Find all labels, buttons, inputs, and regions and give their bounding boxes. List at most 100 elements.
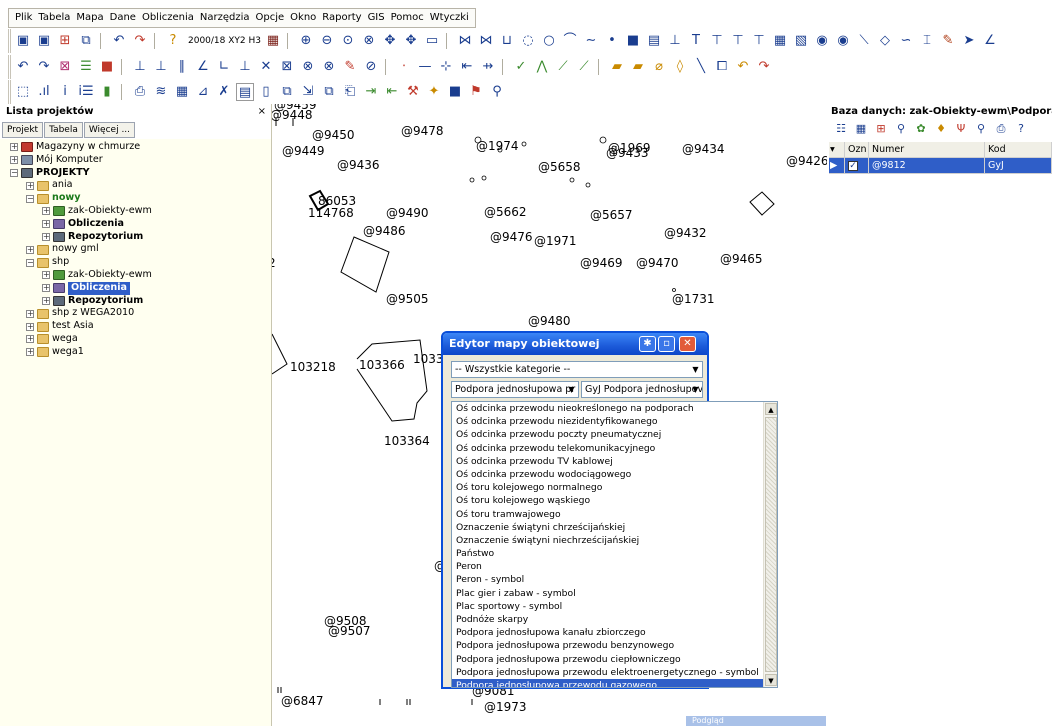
dimension-icon[interactable]: ⌶: [918, 32, 936, 50]
delete-icon[interactable]: ⊠: [278, 58, 296, 76]
flag-icon[interactable]: ⚑: [467, 83, 485, 101]
tree-item[interactable]: + Repozytorium: [0, 231, 271, 244]
pencil-icon[interactable]: ✎: [939, 32, 957, 50]
slope-icon[interactable]: ⟋: [575, 58, 593, 76]
list-item[interactable]: Oznaczenie świątyni chrześcijańskiej: [452, 521, 764, 534]
tab-projekt[interactable]: Projekt: [2, 122, 44, 138]
collapse-icon[interactable]: −: [10, 168, 18, 177]
folder-icon[interactable]: ▰: [608, 58, 626, 76]
column-header[interactable]: Ozn: [845, 142, 869, 158]
cross-icon[interactable]: ✕: [257, 58, 275, 76]
ozn-cell[interactable]: ✓: [845, 158, 869, 174]
list-item[interactable]: Peron: [452, 560, 764, 573]
list-item[interactable]: Oś toru kolejowego normalnego: [452, 481, 764, 494]
tree-item[interactable]: + zak-Obiekty-ewm: [0, 205, 271, 218]
zoom-out-icon[interactable]: ⊖: [318, 32, 336, 50]
search-icon[interactable]: ⚲: [893, 120, 909, 138]
symbol-icon[interactable]: ◉: [813, 32, 831, 50]
measure-icon[interactable]: ⊿: [194, 83, 212, 101]
book-icon[interactable]: ▮: [98, 83, 116, 101]
grid-icon[interactable]: ▦: [853, 120, 869, 138]
redo-icon[interactable]: ↷: [35, 58, 53, 76]
edit-icon[interactable]: ✗: [215, 83, 233, 101]
redo-icon[interactable]: ↷: [755, 58, 773, 76]
list-item[interactable]: Podnóże skarpy: [452, 613, 764, 626]
tree-item[interactable]: + wega: [0, 333, 271, 346]
angle-icon[interactable]: ∟: [215, 58, 233, 76]
expand-icon[interactable]: +: [26, 245, 34, 254]
print-icon[interactable]: ⎙: [131, 83, 149, 101]
arrow-icon[interactable]: ⇤: [458, 58, 476, 76]
list-item[interactable]: Państwo: [452, 547, 764, 560]
zoom-icon[interactable]: ⚲: [973, 120, 989, 138]
draw-polyline-icon[interactable]: ⋈: [456, 32, 474, 50]
square-icon[interactable]: ■: [446, 83, 464, 101]
tree-item[interactable]: + Mój Komputer: [0, 154, 271, 167]
parallel-icon[interactable]: ∥: [173, 58, 191, 76]
new-project-icon[interactable]: ▣: [14, 32, 32, 50]
import-icon[interactable]: ⊞: [873, 120, 889, 138]
menu-wtyczki[interactable]: Wtyczki: [427, 9, 472, 27]
draw-curve-icon[interactable]: ∼: [582, 32, 600, 50]
column-header[interactable]: Kod: [985, 142, 1052, 158]
list-item[interactable]: Podpora jednosłupowa przewodu gazowego: [452, 678, 764, 687]
zoom-window-icon[interactable]: ⊙: [339, 32, 357, 50]
redo-icon[interactable]: ↷: [131, 32, 149, 50]
delete-icon[interactable]: ⊗: [320, 58, 338, 76]
list-item[interactable]: Oś odcinka przewodu TV kablowej: [452, 455, 764, 468]
filter-icon[interactable]: Ψ: [953, 120, 969, 138]
window-icon[interactable]: ▭: [423, 32, 441, 50]
export-icon[interactable]: ⇤: [383, 83, 401, 101]
tree-item[interactable]: + wega1: [0, 346, 271, 359]
chevron-down-icon[interactable]: ▼: [690, 363, 701, 376]
list-item[interactable]: Oś toru tramwajowego: [452, 508, 764, 521]
open-project-icon[interactable]: ▣: [35, 32, 53, 50]
pencil-icon[interactable]: ✎: [341, 58, 359, 76]
symbol-select[interactable]: Podpora jednosłupowa pr ▼: [451, 381, 579, 398]
import-icon[interactable]: ⇥: [362, 83, 380, 101]
bulb-icon[interactable]: ♦: [933, 120, 949, 138]
expand-icon[interactable]: +: [10, 156, 18, 165]
undo-icon[interactable]: ↶: [14, 58, 32, 76]
menu-dane[interactable]: Dane: [107, 9, 139, 27]
tree-item[interactable]: + ania: [0, 179, 271, 192]
list-item[interactable]: Oś toru kolejowego wąskiego: [452, 494, 764, 507]
copy-icon[interactable]: ⧉: [77, 32, 95, 50]
folder-icon[interactable]: ▰: [629, 58, 647, 76]
check-icon[interactable]: ✓: [512, 58, 530, 76]
list-icon[interactable]: ☰: [77, 58, 95, 76]
line-icon[interactable]: —: [416, 58, 434, 76]
select-icon[interactable]: ⬚: [14, 83, 32, 101]
collapse-icon[interactable]: −: [26, 258, 34, 267]
menu-narzedzia[interactable]: Narzędzia: [197, 9, 253, 27]
erase-icon[interactable]: ⊘: [362, 58, 380, 76]
window-icon[interactable]: ⧉: [278, 83, 296, 101]
dialog-title-bar[interactable]: Edytor mapy obiektowej ✱ ▫ ✕: [443, 333, 707, 355]
curve-icon[interactable]: ∽: [897, 32, 915, 50]
list-scrollbar[interactable]: ▲ ▼: [763, 402, 777, 687]
zoom-in-icon[interactable]: ⊕: [297, 32, 315, 50]
perpendicular-icon[interactable]: ⊥: [236, 58, 254, 76]
page-icon[interactable]: ▯: [257, 83, 275, 101]
tree-item[interactable]: + test Asia: [0, 320, 271, 333]
info-icon[interactable]: i: [56, 83, 74, 101]
fill-icon[interactable]: ■: [624, 32, 642, 50]
tree-item[interactable]: + Obliczenia: [0, 218, 271, 231]
list-item[interactable]: Podpora jednosłupowa przewodu elektroene…: [452, 666, 764, 679]
expand-icon[interactable]: +: [26, 181, 34, 190]
dimension-icon[interactable]: ⊥: [666, 32, 684, 50]
menu-raporty[interactable]: Raporty: [319, 9, 364, 27]
text-label-icon[interactable]: ⊤: [708, 32, 726, 50]
expand-icon[interactable]: +: [42, 232, 50, 241]
expand-icon[interactable]: +: [42, 220, 50, 229]
text-format-icon[interactable]: ⊤: [729, 32, 747, 50]
calculator-icon[interactable]: ▦: [264, 32, 282, 50]
expand-icon[interactable]: +: [26, 322, 34, 331]
tree-item[interactable]: + nowy gml: [0, 243, 271, 256]
list-item[interactable]: Oś odcinka przewodu niezidentyfikowanego: [452, 415, 764, 428]
table-icon[interactable]: ▦: [771, 32, 789, 50]
shape-icon[interactable]: ⧠: [713, 58, 731, 76]
undo-icon[interactable]: ↶: [110, 32, 128, 50]
menu-okno[interactable]: Okno: [287, 9, 319, 27]
tree-item[interactable]: + shp z WEGA2010: [0, 307, 271, 320]
